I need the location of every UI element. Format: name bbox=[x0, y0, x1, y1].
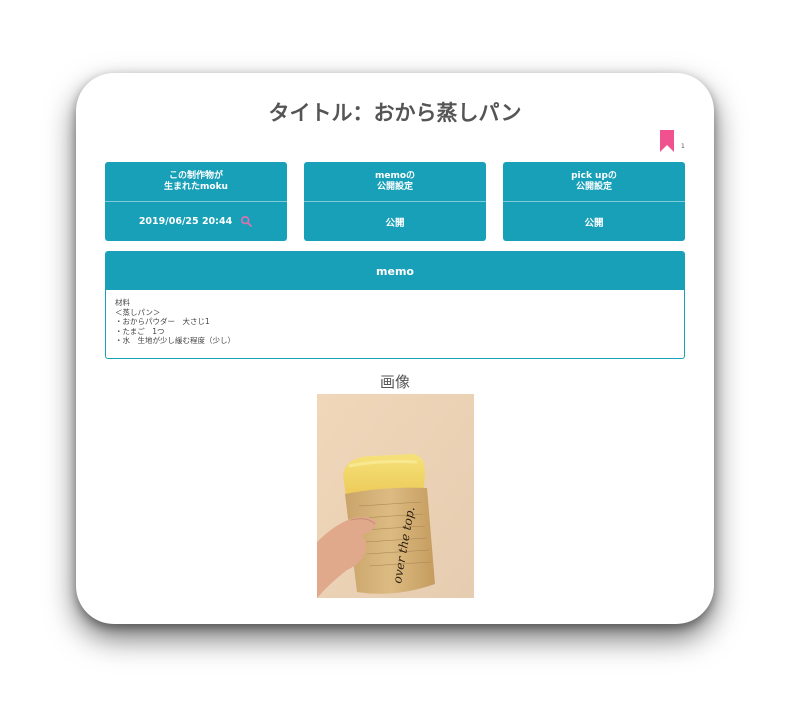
pickup-visibility-panel: pick upの 公開設定 公開 bbox=[503, 162, 685, 241]
memo-line: ・水 生地が少し緩む程度（少し） bbox=[115, 336, 235, 345]
moku-panel-value-row: 2019/06/25 20:44 bbox=[105, 202, 287, 241]
moku-panel-header-line1: この制作物が bbox=[168, 170, 223, 181]
memo-line: ・おからパウダー 大さじ1 bbox=[115, 317, 210, 326]
search-icon[interactable] bbox=[240, 215, 253, 228]
product-card: タイトル：おから蒸しパン 1 この制作物が 生まれたmoku 2019/06/2… bbox=[76, 73, 714, 624]
bookmark-icon[interactable] bbox=[660, 130, 674, 152]
memo-visibility-header-line2: 公開設定 bbox=[376, 181, 413, 192]
memo-line: 材料 bbox=[115, 298, 130, 307]
steamed-bread-photo-illustration: over the top. bbox=[317, 394, 474, 598]
memo-heading: memo bbox=[106, 252, 684, 290]
image-section-label: 画像 bbox=[379, 373, 410, 391]
memo-body: 材料 ＜蒸しパン＞ ・おからパウダー 大さじ1 ・たまご 1つ ・水 生地が少し… bbox=[106, 290, 684, 354]
memo-visibility-header: memoの 公開設定 bbox=[304, 162, 486, 202]
bookmark-count: 1 bbox=[681, 143, 685, 150]
product-photo[interactable]: over the top. bbox=[317, 394, 474, 598]
pickup-visibility-header: pick upの 公開設定 bbox=[503, 162, 685, 202]
moku-datetime: 2019/06/25 20:44 bbox=[138, 216, 233, 227]
moku-panel-header: この制作物が 生まれたmoku bbox=[105, 162, 287, 202]
memo-visibility-panel: memoの 公開設定 公開 bbox=[304, 162, 486, 241]
pickup-visibility-header-line1: pick upの bbox=[571, 170, 617, 181]
page-title: タイトル：おから蒸しパン bbox=[268, 101, 522, 125]
memo-line: ・たまご 1つ bbox=[115, 326, 165, 336]
moku-panel: この制作物が 生まれたmoku 2019/06/25 20:44 bbox=[105, 162, 287, 241]
pickup-visibility-value: 公開 bbox=[584, 217, 604, 229]
memo-section: memo 材料 ＜蒸しパン＞ ・おからパウダー 大さじ1 ・たまご 1つ ・水 … bbox=[105, 251, 685, 359]
moku-panel-header-line2: 生まれたmoku bbox=[164, 181, 228, 192]
memo-line: ＜蒸しパン＞ bbox=[115, 307, 161, 317]
memo-visibility-value: 公開 bbox=[385, 217, 405, 229]
memo-visibility-header-line1: memoの bbox=[374, 170, 416, 181]
pickup-visibility-header-line2: 公開設定 bbox=[575, 181, 612, 192]
